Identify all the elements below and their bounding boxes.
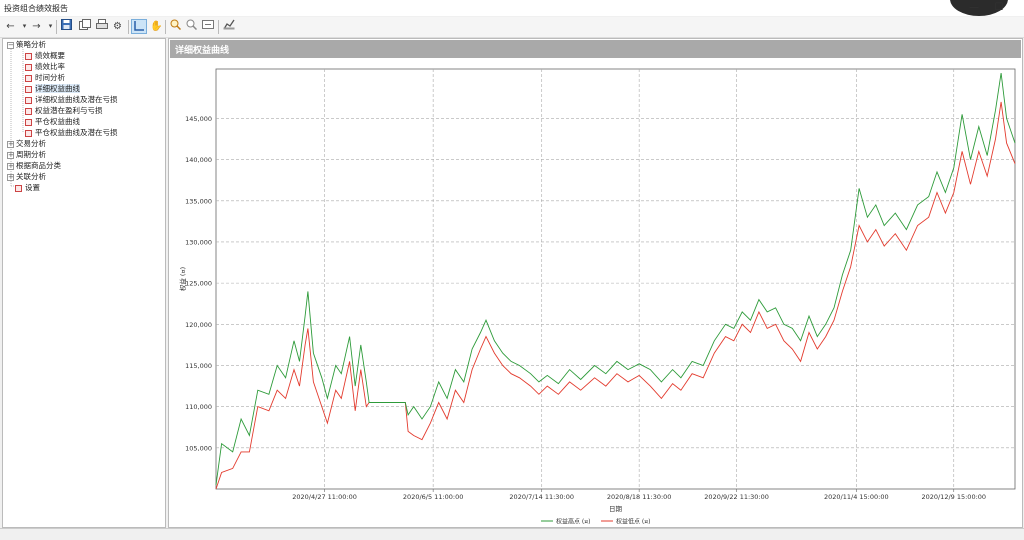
copy-icon[interactable] — [77, 19, 92, 34]
tree-item-label: 绩效比率 — [35, 62, 65, 71]
tree-group-label: 关联分析 — [16, 172, 46, 181]
tree-item-label: 绩效概要 — [35, 51, 65, 60]
tree-group-period-analysis[interactable]: + 周期分析 — [7, 150, 46, 160]
collapse-icon[interactable]: − — [7, 41, 14, 49]
settings-icon[interactable]: ⚙ — [110, 19, 125, 34]
legend-label: 权益低点 (¤) — [616, 518, 650, 526]
tree-item-label: 设置 — [25, 183, 40, 192]
expand-icon[interactable]: + — [7, 151, 14, 159]
tree-item-label: 平仓权益曲线 — [35, 117, 80, 126]
crosshair-icon[interactable] — [131, 19, 147, 34]
x-tick-label: 2020/11/4 15:00:00 — [824, 493, 889, 501]
report-header: 详细权益曲线 — [170, 40, 1021, 58]
x-tick-label: 2020/4/27 11:00:00 — [292, 493, 357, 501]
x-tick-label: 2020/6/5 11:00:00 — [403, 493, 463, 501]
x-tick-label: 2020/12/9 15:00:00 — [921, 493, 986, 501]
tree-item-label: 详细权益曲线及潜在亏损 — [35, 95, 118, 104]
tree-group-label: 周期分析 — [16, 150, 46, 159]
expand-icon[interactable]: + — [7, 173, 14, 181]
fit-icon[interactable] — [200, 19, 215, 34]
x-tick-label: 2020/7/14 11:30:00 — [509, 493, 574, 501]
toolbar-separator — [165, 20, 166, 34]
report-icon — [25, 74, 32, 82]
y-tick-label: 110,000 — [185, 403, 212, 411]
tree-item-performance-summary[interactable]: 绩效概要 — [25, 51, 65, 61]
plot-area — [215, 68, 1016, 490]
y-tick-label: 135,000 — [185, 197, 212, 205]
navigation-tree: − 策略分析 绩效概要 绩效比率 时间分析 详细权益曲线 详细权益曲线及潜在亏损 … — [2, 38, 166, 528]
y-tick-label: 140,000 — [185, 156, 212, 164]
tree-group-by-commodity[interactable]: + 根据商品分类 — [7, 161, 61, 171]
tree-group-label: 交易分析 — [16, 139, 46, 148]
y-axis-label: 权益 (¤) — [178, 267, 187, 291]
settings-report-icon — [15, 184, 22, 192]
tree-group-trade-analysis[interactable]: + 交易分析 — [7, 139, 46, 149]
tree-group-label: 根据商品分类 — [16, 161, 61, 170]
tree-group-strategy-analysis[interactable]: − 策略分析 — [7, 40, 46, 50]
x-axis-label: 日期 — [609, 505, 623, 513]
tree-item-label: 详细权益曲线 — [35, 84, 80, 93]
maximize-button[interactable]: ☐ — [985, 0, 1013, 16]
tree-item-label: 权益潜在盈利与亏损 — [35, 106, 103, 115]
window-title: 投资组合绩效报告 — [4, 4, 68, 13]
x-tick-label: 2020/9/22 11:30:00 — [704, 493, 769, 501]
forward-icon[interactable]: → — [29, 19, 44, 34]
report-icon — [25, 129, 32, 137]
equity-chart[interactable]: 105,000 110,000 115,000 120,000 125,000 130,0… — [169, 59, 1022, 527]
tree-item-performance-ratios[interactable]: 绩效比率 — [25, 62, 65, 72]
y-tick-label: 120,000 — [185, 321, 212, 329]
expand-icon[interactable]: + — [7, 140, 14, 148]
hand-pan-icon[interactable]: ✋ — [149, 19, 164, 34]
toolbar-separator — [218, 20, 219, 34]
report-icon — [25, 107, 32, 115]
tree-item-label: 时间分析 — [35, 73, 65, 82]
tree-item-settings[interactable]: 设置 — [15, 183, 40, 193]
tree-group-correlation-analysis[interactable]: + 关联分析 — [7, 172, 46, 182]
report-icon — [25, 85, 32, 93]
export-icon[interactable] — [221, 19, 236, 34]
tree-item-equity-curve-potential-loss[interactable]: 详细权益曲线及潜在亏损 — [25, 95, 118, 105]
y-tick-label: 145,000 — [185, 115, 212, 123]
tree-item-equity-potential-profit-loss[interactable]: 权益潜在盈利与亏损 — [25, 106, 103, 116]
y-tick-label: 115,000 — [185, 362, 212, 370]
tree-item-detailed-equity-curve[interactable]: 详细权益曲线 — [25, 84, 80, 94]
status-bar — [0, 528, 1024, 540]
tree-group-label: 策略分析 — [16, 40, 46, 49]
toolbar-separator — [128, 20, 129, 34]
zoom-out-icon[interactable] — [184, 19, 199, 34]
tree-item-closed-equity-curve[interactable]: 平仓权益曲线 — [25, 117, 80, 127]
tree-item-closed-equity-curve-potential-loss[interactable]: 平仓权益曲线及潜在亏损 — [25, 128, 118, 138]
minimize-button[interactable]: — — [960, 0, 988, 16]
report-icon — [25, 63, 32, 71]
toolbar: ← ▾ → ▾ ⚙ ✋ — [0, 17, 1024, 38]
toolbar-separator — [56, 20, 57, 34]
tree-item-time-analysis[interactable]: 时间分析 — [25, 73, 65, 83]
report-icon — [25, 118, 32, 126]
report-icon — [25, 96, 32, 104]
print-icon[interactable] — [94, 19, 109, 34]
y-tick-label: 130,000 — [185, 238, 212, 246]
report-title: 详细权益曲线 — [175, 46, 230, 56]
legend-label: 权益高点 (¤) — [556, 518, 590, 526]
expand-icon[interactable]: + — [7, 162, 14, 170]
title-bar: 投资组合绩效报告 — ☐ — [0, 0, 1024, 16]
zoom-in-icon[interactable] — [168, 19, 183, 34]
y-tick-label: 105,000 — [185, 444, 212, 452]
tree-item-label: 平仓权益曲线及潜在亏损 — [35, 128, 118, 137]
x-tick-label: 2020/8/18 11:30:00 — [607, 493, 672, 501]
report-panel: 详细权益曲线 105,000 110,000 115,000 120,000 125,0… — [168, 38, 1023, 528]
report-icon — [25, 52, 32, 60]
back-icon[interactable]: ← — [3, 19, 18, 34]
save-icon[interactable] — [59, 19, 74, 34]
y-tick-label: 125,000 — [185, 280, 212, 288]
